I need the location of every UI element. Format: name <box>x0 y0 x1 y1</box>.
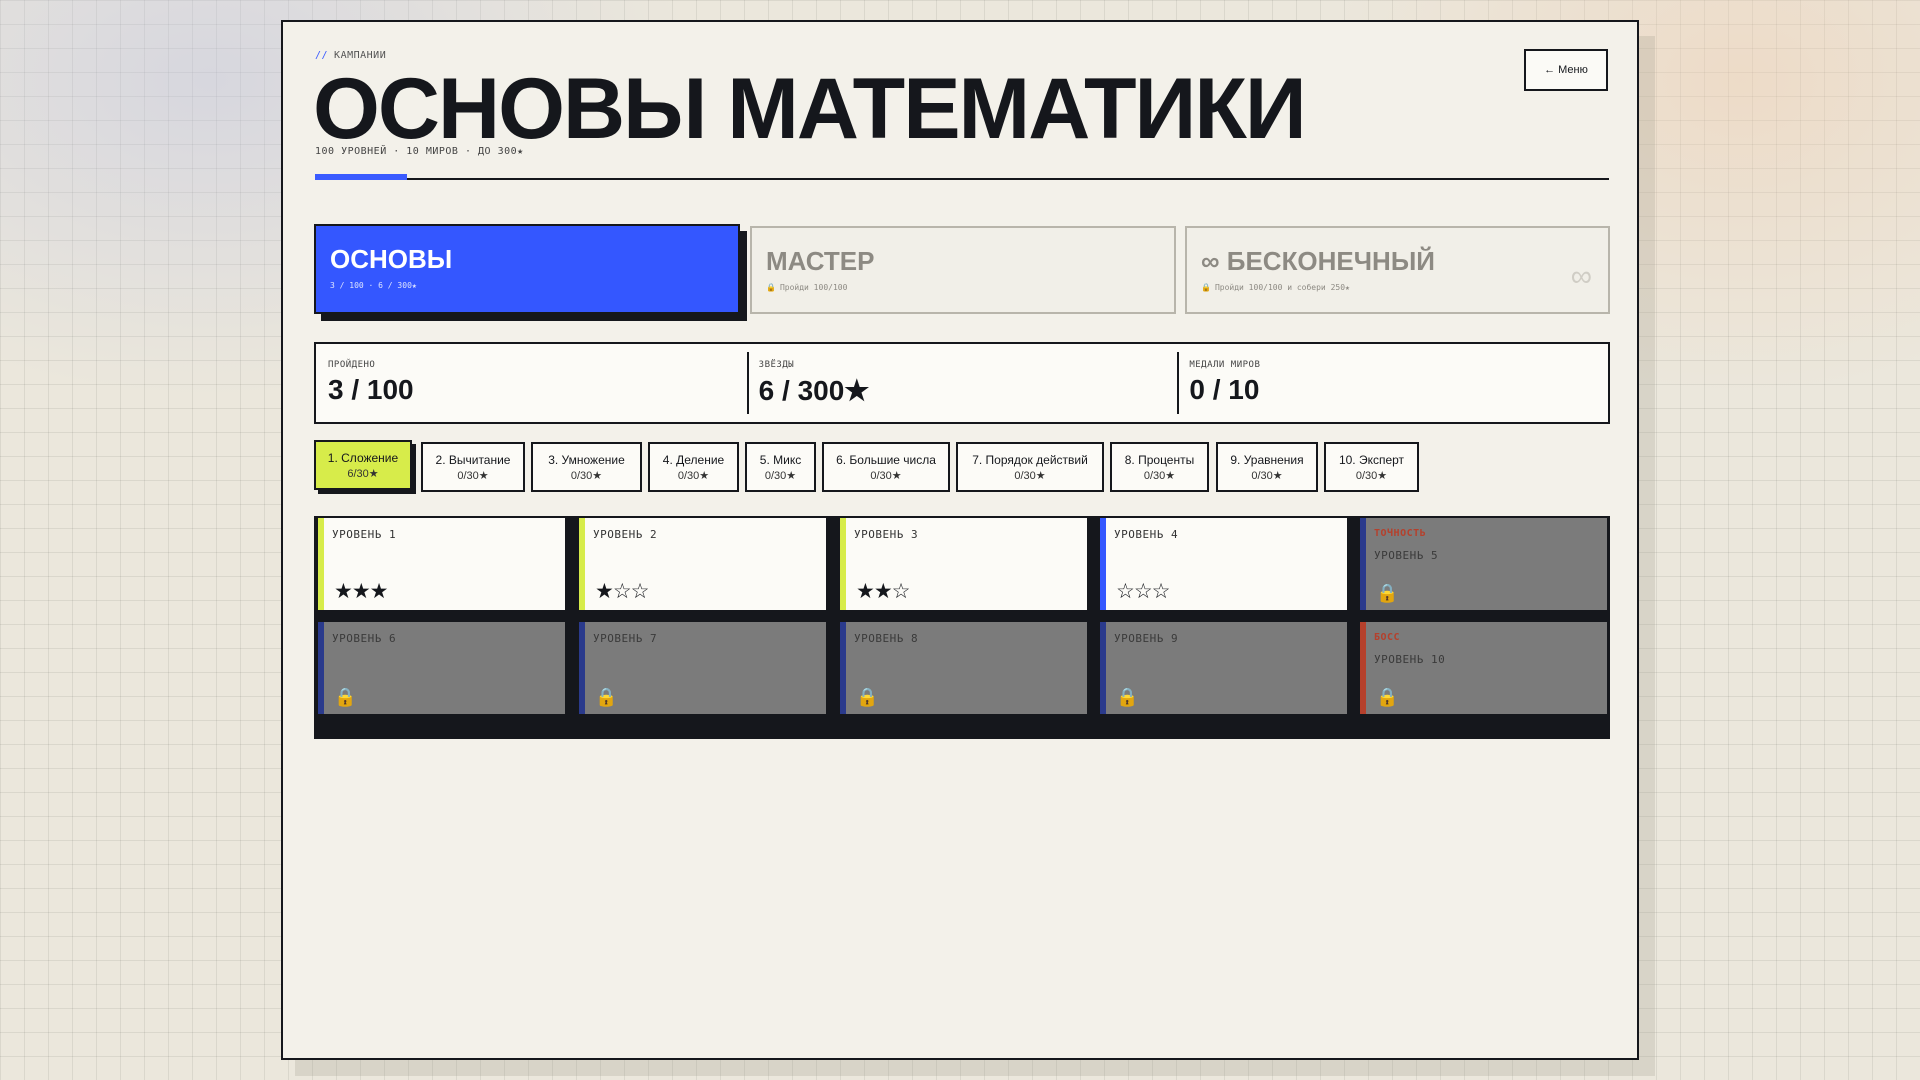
stats-bar: ПРОЙДЕНО 3 / 100 ЗВЁЗДЫ 6 / 300★ МЕДАЛИ … <box>314 342 1610 424</box>
stat-completed: ПРОЙДЕНО 3 / 100 <box>316 344 747 422</box>
level-name: УРОВЕНЬ 2 <box>593 528 658 541</box>
world-name: 1. Сложение <box>327 450 399 465</box>
level-tile-9[interactable]: УРОВЕНЬ 9 🔒 <box>1100 622 1347 714</box>
mode-card-master[interactable]: МАСТЕР 🔒 Пройди 100/100 <box>750 226 1176 314</box>
world-name: 4. Деление <box>662 452 725 467</box>
stat-medals: МЕДАЛИ МИРОВ 0 / 10 <box>1177 344 1608 422</box>
level-tile-5[interactable]: ТОЧНОСТЬ УРОВЕНЬ 5 🔒 <box>1360 518 1607 610</box>
level-tile-6[interactable]: УРОВЕНЬ 6 🔒 <box>318 622 565 714</box>
level-tag: ТОЧНОСТЬ <box>1374 528 1427 539</box>
level-tile-10[interactable]: БОСС УРОВЕНЬ 10 🔒 <box>1360 622 1607 714</box>
level-tile-7[interactable]: УРОВЕНЬ 7 🔒 <box>579 622 826 714</box>
stat-value: 0 / 10 <box>1189 374 1260 405</box>
mode-progress: 3 / 100 · 6 / 300★ <box>330 281 417 290</box>
world-tab-6[interactable]: 6. Большие числа 0/30★ <box>822 442 950 492</box>
menu-button[interactable]: ← Меню <box>1524 49 1608 91</box>
mode-card-endless[interactable]: ∞ БЕСКОНЕЧНЫЙ 🔒 Пройди 100/100 и собери 2… <box>1185 226 1610 314</box>
world-stars: 0/30★ <box>570 469 603 482</box>
lock-icon: 🔒 <box>1376 687 1399 707</box>
level-name: УРОВЕНЬ 3 <box>854 528 919 541</box>
world-stars: 0/30★ <box>870 469 902 482</box>
world-tab-1[interactable]: 1. Сложение 6/30★ <box>314 440 412 490</box>
level-grid: УРОВЕНЬ 1 ★★★ УРОВЕНЬ 2 ★☆☆ УРОВЕНЬ 3 ★★… <box>314 516 1610 739</box>
world-name: 9. Уравнения <box>1230 452 1304 467</box>
world-name: 3. Умножение <box>548 452 625 467</box>
world-name: 8. Проценты <box>1124 452 1195 467</box>
level-name: УРОВЕНЬ 9 <box>1114 632 1179 645</box>
mode-requirement: Пройди 100/100 и собери 250★ <box>1214 283 1350 292</box>
world-stars: 0/30★ <box>1014 469 1046 482</box>
mode-title: ∞ БЕСКОНЕЧНЫЙ <box>1201 246 1435 276</box>
world-stars: 0/30★ <box>1143 469 1176 482</box>
page-title: ОСНОВЫ МАТЕМАТИКИ <box>313 61 1307 157</box>
stat-value: 6 / 300★ <box>758 375 870 406</box>
world-tab-7[interactable]: 7. Порядок действий 0/30★ <box>956 442 1104 492</box>
world-tab-5[interactable]: 5. Микс 0/30★ <box>745 442 816 492</box>
header-divider <box>315 178 1609 180</box>
level-tile-2[interactable]: УРОВЕНЬ 2 ★☆☆ <box>579 518 826 610</box>
level-name: УРОВЕНЬ 5 <box>1374 549 1439 562</box>
world-tab-2[interactable]: 2. Вычитание 0/30★ <box>421 442 525 492</box>
level-tile-8[interactable]: УРОВЕНЬ 8 🔒 <box>840 622 1087 714</box>
world-name: 10. Эксперт <box>1338 452 1405 467</box>
level-name: УРОВЕНЬ 10 <box>1374 653 1446 666</box>
mode-requirement: Пройди 100/100 <box>779 283 848 292</box>
mode-selector: ОСНОВЫ 3 / 100 · 6 / 300★ МАСТЕР 🔒 Пройди… <box>314 224 1610 316</box>
header-divider-accent <box>315 174 407 180</box>
world-name: 7. Порядок действий <box>972 452 1088 467</box>
stat-label: МЕДАЛИ МИРОВ <box>1189 360 1261 370</box>
level-name: УРОВЕНЬ 1 <box>332 528 397 541</box>
world-tab-8[interactable]: 8. Проценты 0/30★ <box>1110 442 1209 492</box>
lock-icon: 🔒 <box>856 687 879 707</box>
world-stars: 6/30★ <box>347 467 379 480</box>
stat-value: 3 / 100 <box>328 374 414 405</box>
world-stars: 0/30★ <box>764 469 797 482</box>
world-name: 6. Большие числа <box>836 452 936 467</box>
lock-icon: 🔒 <box>334 687 357 707</box>
world-name: 5. Микс <box>759 452 802 467</box>
mode-card-basic[interactable]: ОСНОВЫ 3 / 100 · 6 / 300★ <box>314 224 740 314</box>
world-tab-10[interactable]: 10. Эксперт 0/30★ <box>1324 442 1419 492</box>
stat-label: ЗВЁЗДЫ <box>758 360 795 370</box>
breadcrumb-prefix: // <box>315 50 329 61</box>
world-stars: 0/30★ <box>457 469 489 482</box>
lock-icon: 🔒 <box>595 687 618 707</box>
stat-stars: ЗВЁЗДЫ 6 / 300★ <box>746 344 1178 422</box>
star-rating: ☆☆☆ <box>1116 580 1170 603</box>
campaign-panel: // КАМПАНИИ ОСНОВЫ МАТЕМАТИКИ 100 УРОВНЕЙ… <box>281 20 1639 1060</box>
star-rating: ★★★ <box>334 580 388 603</box>
lock-icon: 🔒 <box>766 283 776 292</box>
level-name: УРОВЕНЬ 6 <box>332 632 397 645</box>
level-name: УРОВЕНЬ 7 <box>593 632 658 645</box>
mode-title: МАСТЕР <box>766 246 875 276</box>
breadcrumb: // КАМПАНИИ <box>315 50 386 61</box>
level-tile-4[interactable]: УРОВЕНЬ 4 ☆☆☆ <box>1100 518 1347 610</box>
world-stars: 0/30★ <box>677 469 710 482</box>
level-tile-3[interactable]: УРОВЕНЬ 3 ★★☆ <box>840 518 1087 610</box>
star-rating: ★☆☆ <box>595 580 649 603</box>
level-tag: БОСС <box>1374 632 1401 643</box>
lock-icon: 🔒 <box>1201 283 1211 292</box>
level-name: УРОВЕНЬ 8 <box>854 632 919 645</box>
stat-label: ПРОЙДЕНО <box>328 360 376 370</box>
page-subtitle: 100 УРОВНЕЙ · 10 МИРОВ · ДО 300★ <box>315 146 524 157</box>
world-stars: 0/30★ <box>1355 469 1388 482</box>
breadcrumb-label: КАМПАНИИ <box>334 50 387 61</box>
level-name: УРОВЕНЬ 4 <box>1114 528 1179 541</box>
star-rating: ★★☆ <box>856 580 910 603</box>
world-name: 2. Вычитание <box>435 452 511 467</box>
lock-icon: 🔒 <box>1116 687 1139 707</box>
level-tile-1[interactable]: УРОВЕНЬ 1 ★★★ <box>318 518 565 610</box>
world-tab-3[interactable]: 3. Умножение 0/30★ <box>531 442 642 492</box>
infinity-icon: ∞ <box>1570 260 1592 293</box>
world-stars: 0/30★ <box>1251 469 1283 482</box>
world-tab-9[interactable]: 9. Уравнения 0/30★ <box>1216 442 1318 492</box>
world-tab-4[interactable]: 4. Деление 0/30★ <box>648 442 739 492</box>
lock-icon: 🔒 <box>1376 583 1399 603</box>
mode-title: ОСНОВЫ <box>330 244 453 274</box>
